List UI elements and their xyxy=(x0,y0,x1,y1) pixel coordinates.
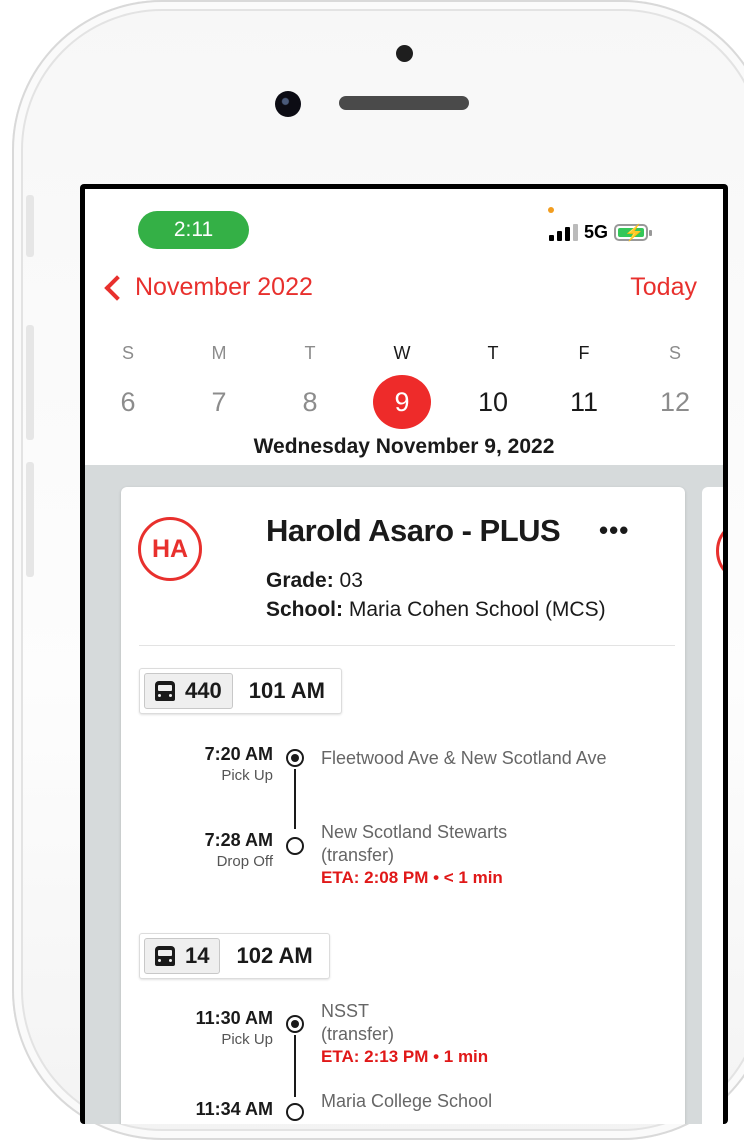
route-line xyxy=(294,769,296,829)
day-number: 8 xyxy=(302,387,318,417)
bus-number-badge: 440 xyxy=(144,673,233,709)
dropoff-stop-marker-icon xyxy=(286,837,304,855)
today-button[interactable]: Today xyxy=(630,273,697,302)
privacy-indicator-dot xyxy=(548,207,554,213)
pickup-stop-marker-icon xyxy=(286,1015,304,1033)
chevron-left-icon xyxy=(104,274,130,301)
network-type: 5G xyxy=(584,222,609,242)
phone-screen: 2:11 5G ⚡ November 2022 Today S 6 M 7 T … xyxy=(80,184,728,1124)
student-name: Harold Asaro - PLUS xyxy=(266,513,561,548)
battery-charging-icon: ⚡ xyxy=(614,224,653,242)
day-thursday[interactable]: T 10 xyxy=(463,343,523,429)
grade-label: Grade: xyxy=(266,569,334,592)
pickup-stop-marker-icon xyxy=(286,749,304,767)
bus-route-tag[interactable]: 14 102 AM xyxy=(139,933,330,979)
proximity-sensor xyxy=(396,45,413,62)
day-tuesday[interactable]: T 8 xyxy=(280,343,340,429)
status-time: 2:11 xyxy=(173,218,214,241)
eta-text: ETA: 2:08 PM • < 1 min xyxy=(321,868,503,887)
divider xyxy=(139,645,675,646)
day-number: 12 xyxy=(659,387,691,417)
day-of-week: W xyxy=(393,343,411,363)
day-number: 11 xyxy=(569,387,599,417)
stop-name: New Scotland Stewarts xyxy=(321,822,508,842)
signal-icon xyxy=(549,223,578,241)
next-student-card[interactable] xyxy=(702,487,723,1124)
day-sunday[interactable]: S 6 xyxy=(98,343,158,429)
day-of-week: S xyxy=(668,343,681,363)
back-to-month-button[interactable]: November 2022 xyxy=(102,273,313,302)
front-camera-icon xyxy=(275,91,301,117)
day-of-week: T xyxy=(304,343,316,363)
day-number: 6 xyxy=(120,387,136,417)
bus-number: 14 xyxy=(185,943,210,968)
school-line: School: Maria Cohen School (MCS) xyxy=(266,598,606,622)
day-of-week: S xyxy=(121,343,134,363)
more-options-icon[interactable]: ••• xyxy=(599,515,629,546)
stop-time: 11:34 AM xyxy=(195,1099,273,1119)
bus-icon xyxy=(155,681,175,701)
stop-type: Pick Up xyxy=(221,767,273,784)
earpiece-speaker xyxy=(339,96,469,110)
volume-up-button xyxy=(26,325,34,440)
stop-note: (transfer) xyxy=(321,845,395,865)
stop-note: (transfer) xyxy=(321,1024,395,1044)
day-friday[interactable]: F 11 xyxy=(554,343,614,429)
student-card[interactable]: HA Harold Asaro - PLUS ••• Grade: 03 Sch… xyxy=(121,487,685,1124)
school-value: Maria Cohen School (MCS) xyxy=(343,598,606,621)
stop-name: Maria College School xyxy=(321,1091,493,1111)
status-time-pill[interactable]: 2:11 xyxy=(138,211,249,249)
app-screen: 2:11 5G ⚡ November 2022 Today S 6 M 7 T … xyxy=(85,189,723,1124)
month-label: November 2022 xyxy=(135,273,313,301)
stop-name: Fleetwood Ave & New Scotland Ave xyxy=(321,748,607,768)
grade-line: Grade: 03 xyxy=(266,569,363,593)
mute-switch xyxy=(26,195,34,257)
route-name: 102 AM xyxy=(236,943,313,968)
student-cards-area: HA Harold Asaro - PLUS ••• Grade: 03 Sch… xyxy=(85,465,723,1124)
eta-text: ETA: 2:13 PM • 1 min xyxy=(321,1047,489,1066)
avatar xyxy=(716,519,723,583)
bus-route-tag[interactable]: 440 101 AM xyxy=(139,668,342,714)
day-number: 7 xyxy=(211,387,227,417)
stop-type: Drop Off xyxy=(216,853,273,870)
status-indicators: 5G ⚡ xyxy=(549,222,653,243)
bus-icon xyxy=(155,946,175,966)
stop-time: 7:28 AM xyxy=(204,830,273,850)
volume-down-button xyxy=(26,462,34,577)
day-of-week: M xyxy=(211,343,227,363)
route-name: 101 AM xyxy=(248,678,325,703)
avatar: HA xyxy=(138,517,202,581)
day-number: 9 xyxy=(373,375,431,429)
dropoff-stop-marker-icon xyxy=(286,1103,304,1121)
phone-frame: 2:11 5G ⚡ November 2022 Today S 6 M 7 T … xyxy=(12,0,744,1140)
bus-number-badge: 14 xyxy=(144,938,221,974)
day-monday[interactable]: M 7 xyxy=(189,343,249,429)
day-wednesday-selected[interactable]: W 9 xyxy=(372,343,432,429)
school-label: School: xyxy=(266,598,343,621)
stop-time: 11:30 AM xyxy=(195,1008,273,1028)
stop-type: Pick Up xyxy=(221,1031,273,1048)
grade-value: 03 xyxy=(333,569,363,592)
day-of-week: F xyxy=(578,343,590,363)
stop-name: NSST xyxy=(321,1001,370,1021)
day-saturday[interactable]: S 12 xyxy=(645,343,705,429)
day-number: 10 xyxy=(477,387,509,417)
selected-date-title: Wednesday November 9, 2022 xyxy=(253,435,555,458)
day-of-week: T xyxy=(487,343,499,363)
route-line xyxy=(294,1035,296,1097)
bus-number: 440 xyxy=(185,678,222,703)
stop-time: 7:20 AM xyxy=(204,744,273,764)
